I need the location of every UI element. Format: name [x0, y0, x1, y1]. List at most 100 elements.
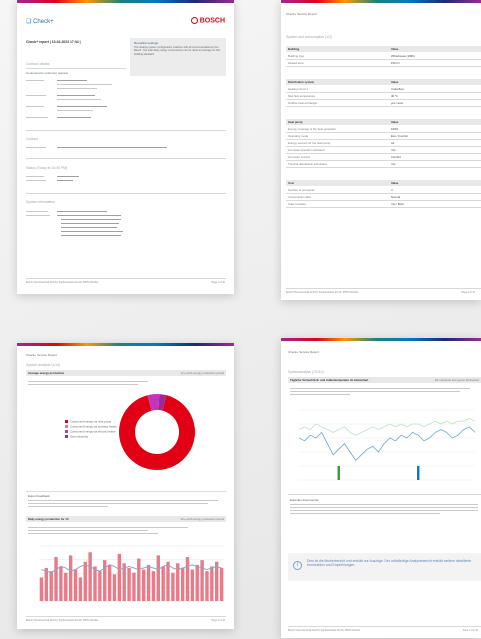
- energy-bar: [171, 572, 175, 601]
- table-row-value: Yes / Both: [391, 202, 404, 206]
- table-row-value: Eco / Comfort: [391, 134, 409, 138]
- page-header: Check+ Service Report: [26, 353, 57, 357]
- remarks-title: Remarks/ settings: [134, 41, 159, 45]
- legend-swatch: [65, 420, 68, 423]
- temperature-line-chart: [298, 409, 476, 481]
- table-header-cell: Heat pump: [288, 120, 303, 124]
- energy-bar: [151, 571, 156, 601]
- bar2-right: 12-month energy production period: [180, 517, 224, 521]
- table-row-label: Heating circuit 1: [288, 87, 309, 91]
- energy-bar: [122, 563, 126, 601]
- footer-right: Page 3 of 10: [211, 619, 225, 622]
- legend-label: Consumed energy via auxiliary heater: [70, 425, 117, 429]
- table-row-label: Heated area: [288, 61, 304, 65]
- color-stripe: [281, 0, 481, 3]
- temperature-series-line: [298, 426, 476, 462]
- table-row-value: Normal: [391, 195, 401, 199]
- table-header: [286, 180, 481, 186]
- table-row-value: Whitehouse (1996): [391, 54, 415, 58]
- temperature-series-line: [298, 417, 476, 436]
- energy-bar: [103, 560, 107, 601]
- footer-left: Bosch Thermotechnik GmbH | Sophienstraße…: [26, 619, 99, 622]
- energy-bar: [161, 566, 165, 601]
- status-heading: Status (Today at 16:40 PM): [26, 166, 68, 170]
- table-row-value: Comfort: [391, 155, 401, 159]
- footer-right: Seite 7 von 10: [462, 629, 478, 632]
- table-header-cell: Building: [288, 47, 300, 51]
- contact-heading: Contact: [26, 137, 38, 141]
- energy-bar: [180, 568, 185, 601]
- remarks-text: The heating system configuration matches…: [134, 46, 221, 56]
- report-page-2[interactable]: Check+ Service Report System and consump…: [281, 0, 481, 300]
- table-row-value: 4: [391, 188, 393, 192]
- table-row-label: Hot water operation activated: [288, 148, 325, 152]
- energy-bar: [200, 560, 204, 601]
- connected-heading: Connected to customer request: [26, 71, 68, 75]
- table-header-cell: Value: [391, 47, 399, 51]
- legend-swatch: [65, 425, 68, 428]
- table-row-label: Consumption data: [288, 195, 311, 199]
- energy-bar: [156, 555, 160, 601]
- energy-bar: [185, 557, 190, 601]
- info-text: Dies ist die Musterbericht und enthält n…: [307, 559, 472, 568]
- legend-label: Consumed energy via heat pump: [70, 420, 112, 424]
- table-row-label: Number of occupants: [288, 188, 315, 192]
- energy-bar: [137, 558, 141, 601]
- energy-bar: [93, 566, 97, 601]
- event-marker: [337, 466, 340, 480]
- color-stripe: [281, 338, 481, 341]
- table-header: [286, 119, 481, 125]
- event-marker: [417, 466, 420, 480]
- table-header-cell: Value: [391, 181, 399, 185]
- table-row-label: Energy sources for the heat pump: [288, 141, 331, 145]
- table-row-label: Operating mode: [288, 134, 309, 138]
- energy-donut-chart: Consumed energy via heat pumpConsumed en…: [65, 394, 195, 470]
- legend-swatch: [65, 430, 68, 433]
- legend-swatch: [65, 435, 68, 438]
- bar1-right: 12-month energy production period: [180, 371, 224, 375]
- average-line: [41, 564, 222, 574]
- bosch-emblem-icon: [190, 17, 198, 24]
- legend-label: Own electricity: [70, 435, 89, 439]
- daily-energy-bar-chart: [39, 545, 224, 602]
- energy-bar: [166, 561, 170, 601]
- table-row-label: Outflow heat exchanger: [288, 101, 318, 105]
- footer-left: Bosch Thermotechnik GmbH | Sophienstraße…: [286, 291, 359, 294]
- section-heading: Systemanalyse (7/1/10): [288, 370, 324, 374]
- table-row-value: Yes: [391, 162, 396, 166]
- energy-bar: [214, 561, 219, 601]
- bar2-title: Daily energy production for 10: [28, 517, 69, 521]
- footer-left: Bosch Thermotechnik GmbH | Sophienstraße…: [26, 281, 99, 284]
- report-page-3[interactable]: Check+ Service Report System analysis (1…: [17, 343, 234, 629]
- energy-bar: [117, 553, 122, 601]
- table-row-value: Underfloor: [391, 87, 405, 91]
- section-heading: System and consumption (1/2): [286, 35, 332, 39]
- report-page-4[interactable]: Check+ Service Report Systemanalyse (7/1…: [281, 338, 481, 638]
- table-row-value: Air: [391, 141, 395, 145]
- energy-bar: [59, 566, 63, 601]
- page-header: Check+ Service Report: [286, 12, 317, 16]
- footer-left: Bosch Thermotechnik GmbH | Sophienstraße…: [288, 629, 361, 632]
- system-info-heading: System information: [26, 200, 56, 204]
- bar-title: Tägliche Vorlauf-/Soll- und Außentempera…: [290, 378, 369, 382]
- energy-bar: [112, 574, 117, 601]
- energy-bar: [98, 571, 102, 601]
- bar1-title: Average energy production: [28, 371, 65, 375]
- expert-feedback-heading: Expert feedback: [28, 494, 50, 498]
- energy-bar: [132, 572, 136, 601]
- table-header: [286, 46, 481, 52]
- table-row-label: Hot water comfort: [288, 155, 311, 159]
- footer-right: Page 2 of 10: [461, 291, 475, 294]
- bar-right: Ein Heizkreis bezogener Zeitverlauf: [434, 378, 479, 382]
- report-page-1[interactable]: ❏ Check+ BOSCH Check+ report | 10-02-202…: [17, 0, 234, 294]
- energy-bar: [205, 571, 209, 601]
- table-row-value: Yes: [391, 148, 396, 152]
- color-stripe: [17, 343, 234, 346]
- energy-bar: [39, 577, 44, 601]
- table-header-cell: User: [288, 181, 295, 185]
- table-row-value: 40 °C: [391, 94, 399, 98]
- contract-details-heading: Contract details: [26, 62, 50, 66]
- table-row-label: Thermal disinfection scheduled: [288, 162, 327, 166]
- table-header-cell: Value: [391, 120, 399, 124]
- table-header-cell: Distribution system: [288, 80, 315, 84]
